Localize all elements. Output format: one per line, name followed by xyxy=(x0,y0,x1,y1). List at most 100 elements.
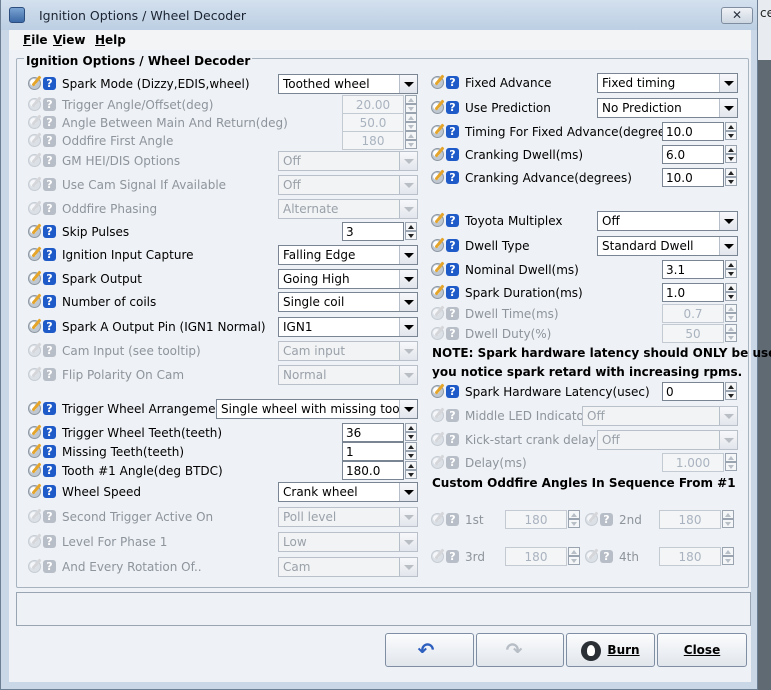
menu-file[interactable]: File xyxy=(23,33,48,47)
spinner-buttons[interactable] xyxy=(405,423,417,442)
help-question-icon[interactable]: ? xyxy=(446,214,459,227)
edit-pencil-icon[interactable] xyxy=(431,214,444,227)
edit-pencil-icon[interactable] xyxy=(28,402,41,415)
spark-mode-dizzy-edis-wheel-dropdown[interactable]: Toothed wheel xyxy=(278,74,418,94)
chevron-down-icon[interactable] xyxy=(719,99,737,117)
spinner-down-icon[interactable] xyxy=(725,131,737,140)
spinner-up-icon[interactable] xyxy=(725,260,737,269)
help-question-icon[interactable]: ? xyxy=(43,295,56,308)
number-of-coils-dropdown[interactable]: Single coil xyxy=(278,292,418,312)
spinner-up-icon[interactable] xyxy=(405,423,417,432)
skip-pulses-input[interactable]: 3 xyxy=(342,222,404,241)
help-question-icon[interactable]: ? xyxy=(43,485,56,498)
spinner-up-icon[interactable] xyxy=(405,461,417,470)
edit-pencil-icon[interactable] xyxy=(431,148,444,161)
spark-output-dropdown[interactable]: Going High xyxy=(278,269,418,289)
spark-duration-ms-input[interactable]: 1.0 xyxy=(662,283,724,302)
spinner-buttons[interactable] xyxy=(725,283,737,302)
spinner-up-icon[interactable] xyxy=(725,145,737,154)
cranking-dwell-ms-input[interactable]: 6.0 xyxy=(662,145,724,164)
edit-pencil-icon[interactable] xyxy=(431,171,444,184)
dwell-type-dropdown[interactable]: Standard Dwell xyxy=(597,236,738,256)
close-button[interactable]: Close xyxy=(657,633,747,667)
spinner-buttons[interactable] xyxy=(725,145,737,164)
burn-button[interactable]: Burn xyxy=(566,633,655,667)
edit-pencil-icon[interactable] xyxy=(431,239,444,252)
edit-pencil-icon[interactable] xyxy=(28,426,41,439)
help-question-icon[interactable]: ? xyxy=(43,445,56,458)
menu-view[interactable]: View xyxy=(53,33,85,47)
edit-pencil-icon[interactable] xyxy=(431,385,444,398)
spinner-down-icon[interactable] xyxy=(725,391,737,400)
menu-help[interactable]: Help xyxy=(95,33,126,47)
edit-pencil-icon[interactable] xyxy=(431,263,444,276)
help-question-icon[interactable]: ? xyxy=(446,263,459,276)
spinner-buttons[interactable] xyxy=(725,260,737,279)
spinner-buttons[interactable] xyxy=(725,168,737,187)
missing-teeth-teeth-input[interactable]: 1 xyxy=(342,442,404,461)
help-question-icon[interactable]: ? xyxy=(43,225,56,238)
help-question-icon[interactable]: ? xyxy=(43,320,56,333)
edit-pencil-icon[interactable] xyxy=(28,225,41,238)
chevron-down-icon[interactable] xyxy=(399,318,417,336)
spinner-down-icon[interactable] xyxy=(725,154,737,163)
chevron-down-icon[interactable] xyxy=(399,483,417,501)
spinner-up-icon[interactable] xyxy=(405,222,417,231)
wheel-speed-dropdown[interactable]: Crank wheel xyxy=(278,482,418,502)
edit-pencil-icon[interactable] xyxy=(28,295,41,308)
edit-pencil-icon[interactable] xyxy=(28,485,41,498)
trigger-wheel-arrangement-dropdown[interactable]: Single wheel with missing tooth xyxy=(216,399,418,419)
chevron-down-icon[interactable] xyxy=(399,400,417,418)
nominal-dwell-ms-input[interactable]: 3.1 xyxy=(662,260,724,279)
spinner-down-icon[interactable] xyxy=(725,292,737,301)
tooth-1-angle-deg-btdc-input[interactable]: 180.0 xyxy=(342,461,404,480)
timing-for-fixed-advance-degrees-input[interactable]: 10.0 xyxy=(662,122,724,141)
spinner-down-icon[interactable] xyxy=(725,177,737,186)
help-question-icon[interactable]: ? xyxy=(43,464,56,477)
undo-button[interactable]: ↶ xyxy=(385,633,474,667)
spinner-down-icon[interactable] xyxy=(405,451,417,460)
edit-pencil-icon[interactable] xyxy=(28,464,41,477)
spark-a-output-pin-ign1-normal-dropdown[interactable]: IGN1 xyxy=(278,317,418,337)
spinner-up-icon[interactable] xyxy=(725,122,737,131)
window-close-button[interactable]: ✕ xyxy=(721,7,753,24)
help-question-icon[interactable]: ? xyxy=(43,402,56,415)
toyota-multiplex-dropdown[interactable]: Off xyxy=(597,211,738,231)
help-question-icon[interactable]: ? xyxy=(43,272,56,285)
spinner-buttons[interactable] xyxy=(405,442,417,461)
spinner-up-icon[interactable] xyxy=(725,168,737,177)
spinner-buttons[interactable] xyxy=(405,461,417,480)
trigger-wheel-teeth-teeth-input[interactable]: 36 xyxy=(342,423,404,442)
edit-pencil-icon[interactable] xyxy=(431,286,444,299)
spinner-up-icon[interactable] xyxy=(725,283,737,292)
help-question-icon[interactable]: ? xyxy=(446,171,459,184)
help-question-icon[interactable]: ? xyxy=(446,76,459,89)
chevron-down-icon[interactable] xyxy=(719,212,737,230)
help-question-icon[interactable]: ? xyxy=(446,125,459,138)
fixed-advance-dropdown[interactable]: Fixed timing xyxy=(597,73,738,93)
edit-pencil-icon[interactable] xyxy=(431,76,444,89)
spinner-down-icon[interactable] xyxy=(405,470,417,479)
spark-hardware-latency-usec-input[interactable]: 0 xyxy=(662,382,724,401)
spinner-buttons[interactable] xyxy=(725,382,737,401)
edit-pencil-icon[interactable] xyxy=(431,101,444,114)
help-question-icon[interactable]: ? xyxy=(43,426,56,439)
cranking-advance-degrees-input[interactable]: 10.0 xyxy=(662,168,724,187)
spinner-buttons[interactable] xyxy=(405,222,417,241)
spinner-up-icon[interactable] xyxy=(725,382,737,391)
help-question-icon[interactable]: ? xyxy=(446,239,459,252)
help-question-icon[interactable]: ? xyxy=(446,385,459,398)
help-question-icon[interactable]: ? xyxy=(43,248,56,261)
chevron-down-icon[interactable] xyxy=(719,237,737,255)
chevron-down-icon[interactable] xyxy=(399,270,417,288)
chevron-down-icon[interactable] xyxy=(399,293,417,311)
chevron-down-icon[interactable] xyxy=(399,75,417,93)
chevron-down-icon[interactable] xyxy=(399,246,417,264)
ignition-input-capture-dropdown[interactable]: Falling Edge xyxy=(278,245,418,265)
help-question-icon[interactable]: ? xyxy=(446,286,459,299)
help-question-icon[interactable]: ? xyxy=(446,101,459,114)
chevron-down-icon[interactable] xyxy=(719,74,737,92)
edit-pencil-icon[interactable] xyxy=(28,248,41,261)
use-prediction-dropdown[interactable]: No Prediction xyxy=(597,98,738,118)
title-bar[interactable]: Ignition Options / Wheel Decoder ✕ xyxy=(1,0,757,30)
